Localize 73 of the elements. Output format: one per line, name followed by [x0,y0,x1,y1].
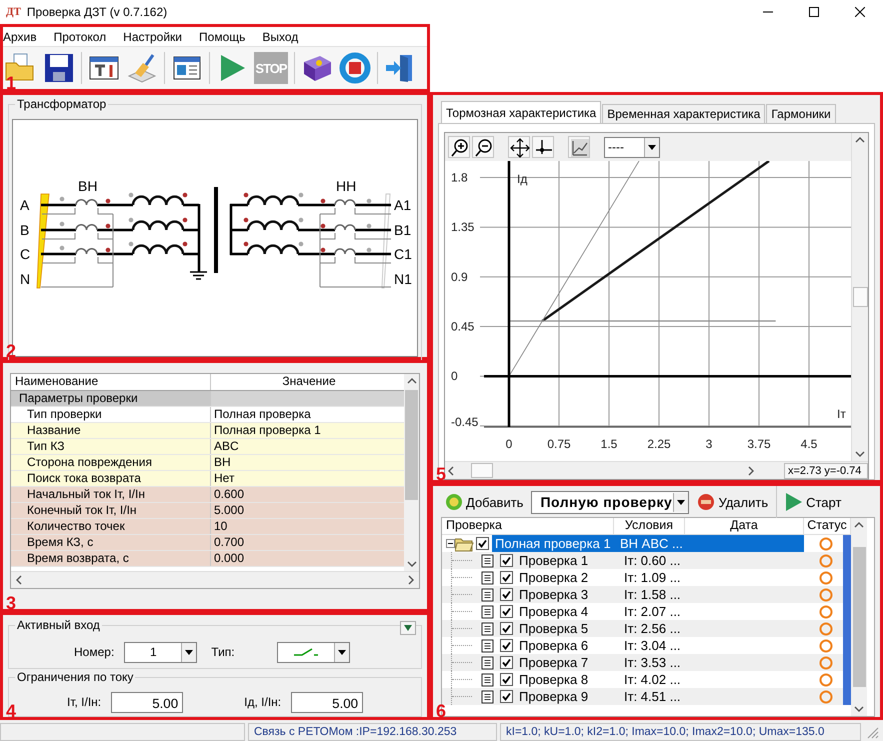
conditions-cell-text: Iт: 4.51 ... [623,688,682,705]
axis-tick-label: 0 [451,369,458,384]
conditions-cell-text: Iт: 2.07 ... [623,603,682,620]
winding-label: ВН [78,178,98,194]
callout-number: 2 [6,342,16,360]
axis-tick-label: 3 [706,437,712,451]
axis-tick-label: 0.45 [451,320,474,334]
property-name: Количество точек [11,519,211,534]
category-row: Параметры проверки [11,391,404,407]
phase-label: C [20,246,30,262]
status-text: Связь с РЕТОМом :IP=192.168.30.253 [248,722,497,740]
callout-number: 6 [436,702,446,720]
property-value: 0.600 [213,487,246,502]
phase-label: A1 [394,197,412,213]
conditions-cell: ВН ABC ... [614,535,685,552]
axis-tick-label: 4.5 [800,437,818,451]
property-value: 5.000 [213,503,246,518]
callout-number: 5 [436,465,446,483]
property-name: Конечный ток Iт, I/Iн [11,503,211,518]
phase-label: N [20,271,30,287]
property-value: Полная проверка [213,407,312,422]
phase-label: C1 [394,246,412,262]
conditions-cell-text: Iт: 2.56 ... [623,620,682,637]
callout-number: 3 [6,594,16,612]
property-value: Нет [213,471,236,486]
status-text: kI=1.0; kU=1.0; kI2=1.0; Imax=10.0; Imax2=10.0; Umax=135.0 [500,722,861,740]
axis-tick-label: 2.25 [647,437,671,451]
field-label: Тип: [211,645,235,659]
phase-label: B [20,222,30,238]
app-logo: ДТ [6,6,21,18]
conditions-cell-text: Iт: 4.02 ... [623,671,682,688]
axis-tick-label: 3.75 [747,437,771,451]
window-title: Проверка ДЗТ (v 0.7.162) [26,5,168,19]
axis-tick-label: 1.8 [451,170,468,185]
property-name: Поиск тока возврата [11,471,211,486]
conditions-cell-text: Iт: 3.53 ... [623,654,682,671]
axis-tick-label: 0 [506,437,512,451]
property-name: Начальный ток Iт, I/Iн [11,487,211,502]
winding-label: НН [336,178,356,194]
conditions-cell-text: Iт: 1.09 ... [623,569,682,586]
conditions-cell-text: Iт: 3.04 ... [623,637,682,654]
property-name: Название [11,423,211,438]
conditions-cell-text: Iт: 1.58 ... [623,586,682,603]
conditions-cell-text: Iт: 0.60 ... [623,552,682,569]
property-name: Сторона повреждения [11,455,211,470]
property-name: Время возврата, с [11,551,211,566]
callout-number: 4 [6,702,16,720]
property-name: Тип КЗ [11,439,211,454]
phase-label: N1 [394,271,412,287]
group-title: Ограничения по току [15,670,136,684]
axis-tick-label: 1.5 [600,437,618,451]
property-value: 10 [213,519,228,534]
property-value: 0.700 [213,535,246,550]
property-value: 0.000 [213,551,246,566]
axis-tick-label: -0.45 [451,415,478,429]
phase-label: B1 [394,222,412,238]
property-name: Время КЗ, с [11,535,211,550]
axis-tick-label: 0.9 [451,270,468,284]
field-label: Номер: [74,645,114,659]
field-label: Iт, I/Iн: [67,695,102,709]
cursor-readout: x=2.73 y=-0.74 [784,462,868,478]
axis-tick-label: 0.75 [547,437,571,451]
axis-title: Iд [517,172,528,186]
axis-title: Iт [837,407,846,422]
group-title: Активный вход [15,618,102,632]
field-label: Iд, I/Iн: [244,695,282,709]
axis-tick-label: 1.35 [451,220,474,234]
phase-label: A [20,197,30,213]
group-title: Трансформатор [15,97,108,111]
property-value: ВН [213,455,232,470]
property-value: ABC [213,439,240,454]
property-value: Полная проверка 1 [213,423,322,438]
property-name: Тип проверки [11,407,211,422]
